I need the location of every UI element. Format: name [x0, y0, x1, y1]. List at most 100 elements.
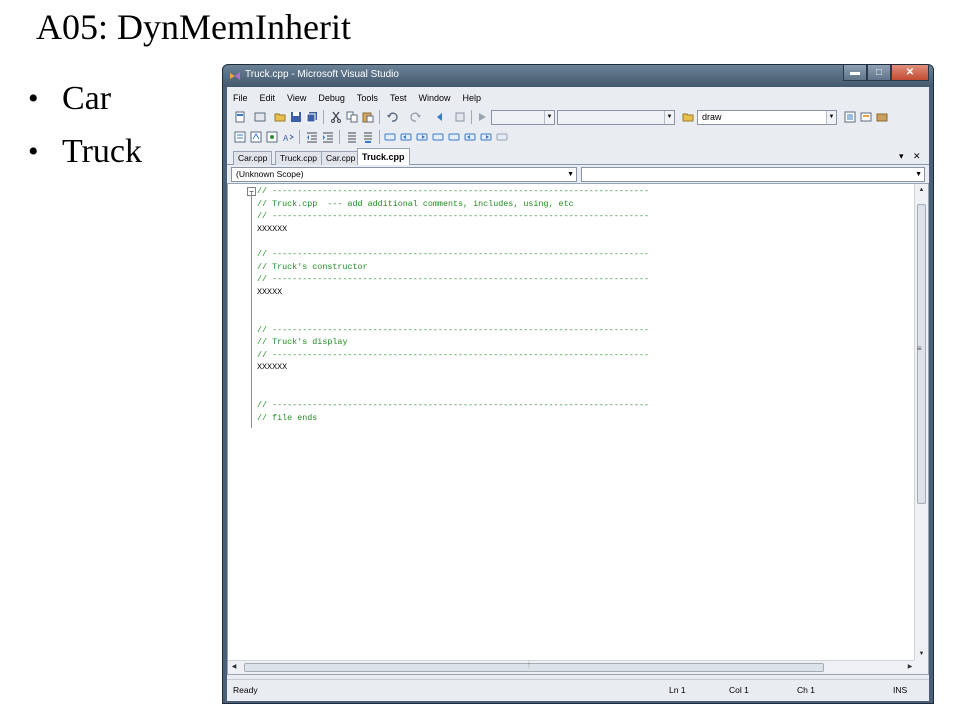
scroll-left-icon[interactable]: ◀ — [228, 661, 240, 674]
menu-window[interactable]: Window — [412, 89, 456, 107]
redo-icon[interactable] — [409, 110, 423, 124]
undo-icon[interactable] — [385, 110, 399, 124]
find-in-files-icon[interactable] — [681, 110, 695, 124]
uncomment-lines-icon[interactable] — [361, 130, 375, 144]
solution-platform-combo[interactable]: ▼ — [557, 110, 675, 125]
clear-bookmarks-icon[interactable] — [495, 130, 509, 144]
next-bookmark-in-document-icon[interactable] — [479, 130, 493, 144]
quick-info-icon[interactable] — [265, 130, 279, 144]
code-line[interactable]: // Truck's constructor — [257, 261, 649, 274]
code-line[interactable]: // -------------------------------------… — [257, 185, 649, 198]
close-button[interactable]: ✕ — [891, 65, 929, 81]
horizontal-scrollbar[interactable]: ◀ ⦙ ▶ — [228, 660, 916, 674]
next-bookmark-icon[interactable] — [415, 130, 429, 144]
chevron-down-icon: ▼ — [915, 171, 922, 178]
close-document-icon[interactable]: ✕ — [913, 151, 921, 162]
tab-truck-cpp-active[interactable]: Truck.cpp — [357, 148, 410, 166]
bullet-dot-icon: • — [28, 134, 39, 168]
solution-explorer-icon[interactable] — [843, 110, 857, 124]
scroll-up-icon[interactable]: ▲ — [915, 184, 928, 196]
toggle-bookmark-icon[interactable] — [383, 130, 397, 144]
chevron-down-icon: ▼ — [544, 111, 554, 124]
chevron-down-icon: ▼ — [567, 171, 574, 178]
code-text[interactable]: // -------------------------------------… — [257, 185, 649, 424]
vertical-scroll-thumb[interactable] — [917, 204, 926, 504]
code-line[interactable]: // -------------------------------------… — [257, 399, 649, 412]
tab-truck-cpp[interactable]: Truck.cpp — [275, 151, 323, 165]
tab-dropdown-icon[interactable]: ▾ — [899, 151, 904, 162]
find-combo[interactable]: draw ▼ — [697, 110, 837, 125]
copy-icon[interactable] — [345, 110, 359, 124]
next-bookmark-in-folder-icon[interactable] — [447, 130, 461, 144]
scroll-grip-icon: ⦙ — [528, 660, 530, 669]
menu-file[interactable]: File — [227, 89, 254, 107]
paste-icon[interactable] — [361, 110, 375, 124]
menu-view[interactable]: View — [281, 89, 312, 107]
window-controls: ▬ □ ✕ — [843, 65, 929, 81]
complete-word-icon[interactable]: A — [281, 130, 295, 144]
status-insert-mode: INS — [893, 685, 908, 695]
tab-car-cpp-2[interactable]: Car.cpp — [321, 151, 361, 165]
scroll-down-icon[interactable]: ▼ — [915, 648, 928, 660]
code-line[interactable]: // Truck's display — [257, 336, 649, 349]
start-debugging-icon[interactable] — [475, 110, 489, 124]
toolbox-icon[interactable] — [875, 110, 889, 124]
title-bar[interactable]: Truck.cpp - Microsoft Visual Studio ▬ □ … — [223, 65, 933, 87]
open-folder-icon[interactable] — [273, 110, 287, 124]
code-line[interactable]: XXXXXX — [257, 223, 649, 236]
scroll-grip-icon: ≡ — [917, 344, 922, 353]
vertical-scrollbar[interactable]: ▲ ≡ ▼ — [914, 184, 928, 660]
bullet-item: • Truck — [28, 132, 142, 170]
visual-studio-window: Truck.cpp - Microsoft Visual Studio ▬ □ … — [222, 64, 934, 704]
menu-test[interactable]: Test — [384, 89, 413, 107]
navigate-forward-icon[interactable] — [453, 110, 467, 124]
save-icon[interactable] — [289, 110, 303, 124]
code-line[interactable] — [257, 235, 649, 248]
client-area: File Edit View Debug Tools Test Window H… — [227, 87, 929, 701]
code-line[interactable]: XXXXXX — [257, 361, 649, 374]
code-line[interactable] — [257, 298, 649, 311]
code-line[interactable]: // -------------------------------------… — [257, 210, 649, 223]
menu-edit[interactable]: Edit — [254, 89, 282, 107]
add-item-icon[interactable] — [253, 110, 267, 124]
bullet-item: • Car — [28, 79, 112, 117]
code-line[interactable]: // -------------------------------------… — [257, 324, 649, 337]
properties-window-icon[interactable] — [859, 110, 873, 124]
code-line[interactable]: // -------------------------------------… — [257, 273, 649, 286]
code-line[interactable]: // Truck.cpp --- add additional comments… — [257, 198, 649, 211]
navigate-backward-icon[interactable] — [433, 110, 447, 124]
cut-icon[interactable] — [329, 110, 343, 124]
text-editor-toolbar: A — [229, 127, 925, 147]
previous-bookmark-icon[interactable] — [399, 130, 413, 144]
scope-combo[interactable]: (Unknown Scope) ▼ — [231, 167, 577, 182]
code-line[interactable] — [257, 311, 649, 324]
parameter-info-icon[interactable] — [249, 130, 263, 144]
code-editor[interactable]: − // -----------------------------------… — [227, 183, 929, 675]
comment-lines-icon[interactable] — [345, 130, 359, 144]
member-combo[interactable]: ▼ — [581, 167, 925, 182]
decrease-indent-icon[interactable] — [305, 130, 319, 144]
minimize-button[interactable]: ▬ — [843, 65, 867, 81]
maximize-button[interactable]: □ — [867, 65, 891, 81]
slide-title: A05: DynMemInherit — [36, 7, 351, 47]
increase-indent-icon[interactable] — [321, 130, 335, 144]
display-object-member-list-icon[interactable] — [233, 130, 247, 144]
previous-bookmark-in-document-icon[interactable] — [463, 130, 477, 144]
menu-help[interactable]: Help — [456, 89, 487, 107]
previous-bookmark-in-folder-icon[interactable] — [431, 130, 445, 144]
save-all-icon[interactable] — [305, 110, 319, 124]
menu-debug[interactable]: Debug — [312, 89, 351, 107]
code-line[interactable]: // -------------------------------------… — [257, 349, 649, 362]
new-project-icon[interactable] — [233, 110, 247, 124]
horizontal-scroll-thumb[interactable] — [244, 663, 824, 672]
scrollbar-corner — [914, 660, 928, 674]
code-line[interactable] — [257, 374, 649, 387]
svg-text:A: A — [283, 134, 289, 143]
solution-configuration-combo[interactable]: ▼ — [491, 110, 555, 125]
menu-tools[interactable]: Tools — [351, 89, 384, 107]
tab-car-cpp[interactable]: Car.cpp — [233, 151, 273, 165]
code-line[interactable]: // -------------------------------------… — [257, 248, 649, 261]
code-line[interactable]: // file ends — [257, 412, 649, 425]
code-line[interactable]: XXXXX — [257, 286, 649, 299]
code-line[interactable] — [257, 387, 649, 400]
